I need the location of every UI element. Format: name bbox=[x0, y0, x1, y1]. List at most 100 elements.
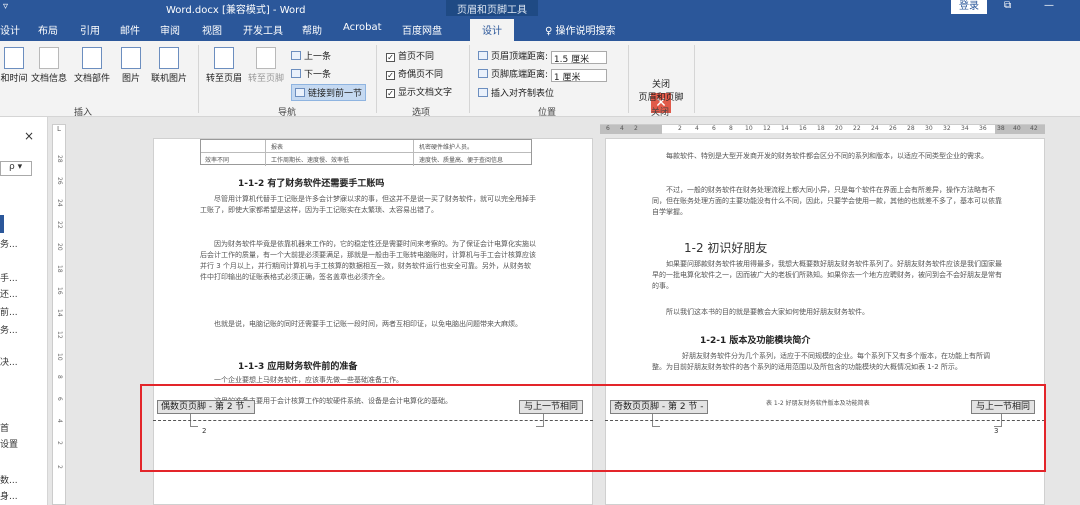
ruler-number: 14 bbox=[781, 125, 789, 132]
group-divider bbox=[198, 45, 199, 113]
document-table: 报表 机密硬件维护人员。 效率不同 工作周期长、速度慢、效率低 速度快、质量高、… bbox=[200, 139, 532, 166]
ruler-number: 18 bbox=[817, 125, 825, 132]
different-odd-even-checkbox[interactable]: ✓ 奇偶页不同 bbox=[386, 67, 443, 80]
link-to-previous-button[interactable]: 链接到前一节 bbox=[291, 84, 367, 101]
online-picture-button[interactable]: 联机图片 bbox=[148, 47, 190, 84]
next-button[interactable]: 下一条 bbox=[291, 67, 331, 80]
tell-me-search[interactable]: ♀ 操作说明搜索 bbox=[545, 22, 616, 37]
ruler-number: 26 bbox=[56, 177, 63, 185]
picture-button[interactable]: 图片 bbox=[118, 47, 144, 84]
ruler-number: 12 bbox=[763, 125, 771, 132]
nav-heading-item[interactable]: 手... bbox=[0, 271, 18, 284]
nav-heading-item[interactable]: 务... bbox=[0, 237, 18, 250]
nav-heading-item[interactable]: 身... bbox=[0, 489, 18, 502]
ruler-number: 22 bbox=[853, 125, 861, 132]
group-divider bbox=[376, 45, 377, 113]
search-input[interactable]: ρ ▾ bbox=[0, 161, 32, 176]
ruler-number: 14 bbox=[56, 309, 63, 317]
minimize-icon[interactable]: — bbox=[1044, 0, 1054, 11]
document-title: Word.docx [兼容模式] - Word bbox=[166, 5, 306, 16]
table-row: 效率不同 工作周期长、速度慢、效率低 速度快、质量高、便于查阅信息 bbox=[205, 157, 504, 164]
nav-heading-item[interactable]: 设置 bbox=[0, 437, 18, 450]
login-button[interactable]: 登录 bbox=[951, 0, 987, 14]
ruler-number: 38 bbox=[997, 125, 1005, 132]
section-heading: 1-1-3 应用财务软件前的准备 bbox=[238, 362, 358, 372]
ruler-number: 24 bbox=[56, 199, 63, 207]
nav-heading-item[interactable]: 前... bbox=[0, 305, 18, 318]
tab-references[interactable]: 引用 bbox=[80, 22, 100, 37]
ruler-number: 4 bbox=[695, 125, 699, 132]
position-group-label: 位置 bbox=[538, 108, 557, 118]
tab-review[interactable]: 审阅 bbox=[160, 22, 180, 37]
ruler-number: 4 bbox=[56, 419, 63, 423]
nav-heading-item[interactable]: 首 bbox=[0, 421, 9, 434]
footer-distance-input[interactable]: 1 厘米 bbox=[550, 69, 607, 83]
header-icon bbox=[214, 47, 234, 69]
ruler-number: 28 bbox=[56, 155, 63, 163]
restore-icon[interactable]: ⧉ bbox=[1004, 0, 1011, 11]
body-paragraph: 因为财务软件毕竟是依靠机器来工作的，它的稳定性还是需要时间来考察的。为了保证会计… bbox=[200, 240, 536, 281]
date-time-button[interactable]: 和时间 bbox=[0, 47, 28, 84]
tab-selector-icon[interactable]: L bbox=[53, 125, 65, 135]
ruler-number: 6 bbox=[606, 125, 610, 132]
footer-position-row: 页脚底端距离: 1 厘米 bbox=[478, 67, 607, 83]
horizontal-ruler[interactable]: 6 4 2 2 4 6 8 10 12 14 16 18 20 22 24 26… bbox=[600, 124, 1045, 134]
ruler-number: 2 bbox=[634, 125, 638, 132]
ruler-number: 8 bbox=[729, 125, 733, 132]
tab-header-footer-design[interactable]: 设计 bbox=[470, 19, 514, 41]
tab-developer[interactable]: 开发工具 bbox=[243, 22, 283, 37]
ruler-number: 24 bbox=[871, 125, 879, 132]
ruler-number: 22 bbox=[56, 221, 63, 229]
previous-button[interactable]: 上一条 bbox=[291, 49, 331, 62]
insert-group-label: 插入 bbox=[74, 108, 93, 118]
options-group-label: 选项 bbox=[412, 108, 431, 118]
ribbon-tabs: 设计 布局 引用 邮件 审阅 视图 开发工具 帮助 Acrobat 百度网盘 设… bbox=[0, 16, 1080, 41]
group-divider bbox=[469, 45, 470, 113]
document-info-button[interactable]: 文档信息 bbox=[30, 47, 68, 84]
section-heading: 1-2 初识好朋友 bbox=[684, 241, 768, 255]
tab-view[interactable]: 视图 bbox=[202, 22, 222, 37]
insert-alignment-tab-button[interactable]: 插入对齐制表位 bbox=[478, 86, 554, 99]
ruler-number: 26 bbox=[889, 125, 897, 132]
section-heading: 1-2-1 版本及功能模块简介 bbox=[700, 336, 811, 346]
tab-design-main[interactable]: 设计 bbox=[0, 22, 20, 37]
ruler-number: 2 bbox=[678, 125, 682, 132]
tab-layout[interactable]: 布局 bbox=[38, 22, 58, 37]
nav-heading-item[interactable]: 务... bbox=[0, 323, 18, 336]
nav-heading-item[interactable]: 决... bbox=[0, 355, 18, 368]
goto-header-button[interactable]: 转至页眉 bbox=[204, 47, 244, 84]
check-icon: ✓ bbox=[386, 71, 395, 80]
nav-heading-item[interactable]: 还... bbox=[0, 287, 18, 300]
ruler-number: 10 bbox=[745, 125, 753, 132]
tab-baidu-netdisk[interactable]: 百度网盘 bbox=[402, 22, 442, 37]
footer-icon bbox=[256, 47, 276, 69]
close-pane-icon[interactable]: × bbox=[24, 129, 34, 143]
header-distance-input[interactable]: 1.5 厘米 bbox=[550, 51, 607, 65]
ruler-number: 40 bbox=[1013, 125, 1021, 132]
group-divider bbox=[628, 45, 629, 113]
quick-parts-button[interactable]: 文档部件 bbox=[72, 47, 112, 84]
group-divider bbox=[694, 45, 695, 113]
show-document-text-checkbox[interactable]: ✓ 显示文档文字 bbox=[386, 85, 452, 98]
ruler-number: 36 bbox=[979, 125, 987, 132]
ribbon: 和时间 文档信息 文档部件 图片 联机图片 插入 转至页眉 转至页脚 上一条 下… bbox=[0, 41, 1080, 118]
ruler-number: 2 bbox=[56, 465, 63, 469]
next-icon bbox=[291, 69, 301, 78]
ruler-number: 20 bbox=[56, 243, 63, 251]
close-header-footer-button[interactable]: 关闭 页眉和页脚 bbox=[632, 77, 690, 103]
ruler-number: 20 bbox=[835, 125, 843, 132]
ruler-number: 16 bbox=[56, 287, 63, 295]
tab-acrobat[interactable]: Acrobat bbox=[343, 22, 382, 33]
quick-access-icon[interactable]: ▿ bbox=[3, 1, 8, 12]
tab-mailings[interactable]: 邮件 bbox=[120, 22, 140, 37]
nav-heading-item[interactable]: 数... bbox=[0, 473, 18, 486]
vertical-ruler[interactable]: L 28 26 24 22 20 18 16 14 12 10 8 6 4 2 … bbox=[52, 124, 66, 505]
header-position-row: 页眉顶端距离: 1.5 厘米 bbox=[478, 49, 607, 65]
ruler-number: 34 bbox=[961, 125, 969, 132]
footer-position-icon bbox=[478, 69, 488, 78]
ruler-number: 8 bbox=[56, 375, 63, 379]
different-first-page-checkbox[interactable]: ✓ 首页不同 bbox=[386, 49, 434, 62]
ruler-number: 12 bbox=[56, 331, 63, 339]
tab-help[interactable]: 帮助 bbox=[302, 22, 322, 37]
goto-footer-button[interactable]: 转至页脚 bbox=[246, 47, 286, 84]
